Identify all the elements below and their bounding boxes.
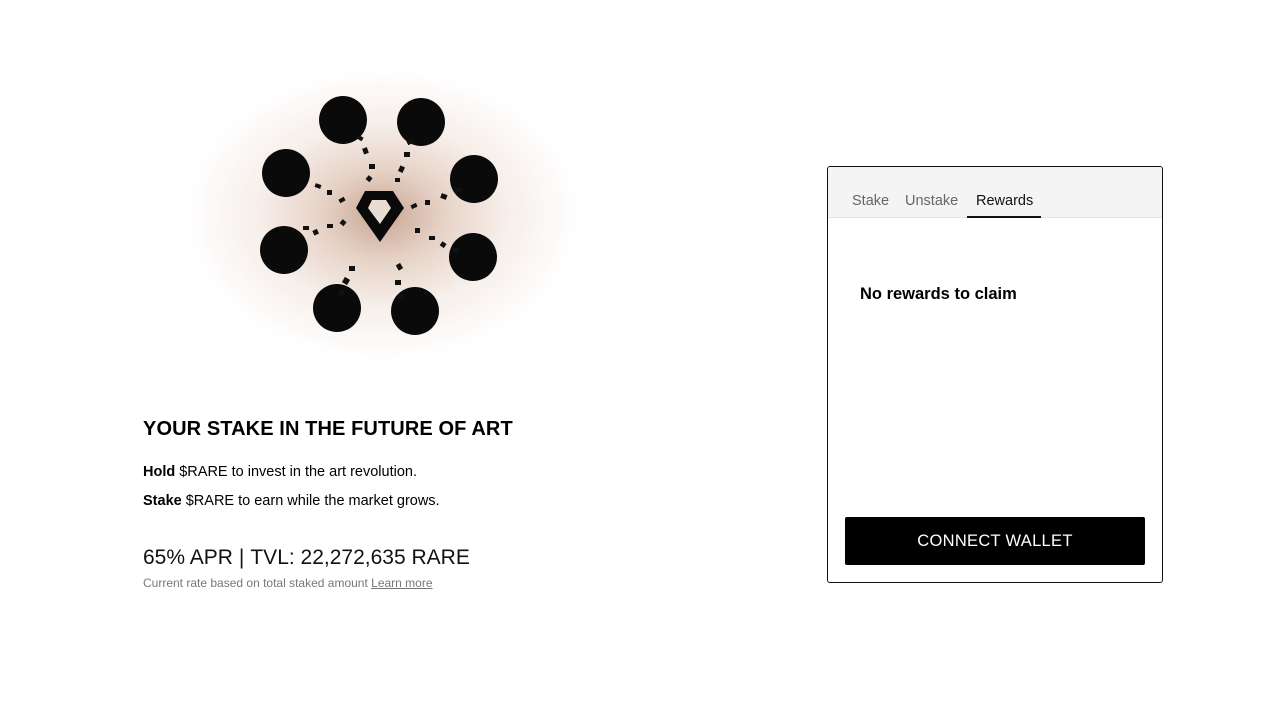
tab-rewards[interactable]: Rewards	[966, 193, 1042, 218]
orbit-sphere	[449, 233, 497, 281]
orbit-sphere	[450, 155, 498, 203]
orbit-sphere	[262, 149, 310, 197]
hero-illustration	[143, 38, 603, 392]
tvl-value: TVL: 22,272,635 RARE	[250, 546, 470, 569]
diamond-logo-icon	[356, 191, 404, 242]
tab-stake[interactable]: Stake	[852, 193, 889, 209]
rewards-empty-message: No rewards to claim	[860, 285, 1017, 303]
stake-label: Stake	[143, 493, 182, 509]
apr-value: 65% APR	[143, 546, 233, 569]
staking-panel: Stake Unstake Rewards No rewards to clai…	[827, 166, 1163, 583]
hold-label: Hold	[143, 464, 176, 480]
staking-stats: 65% APR | TVL: 22,272,635 RARE	[143, 546, 470, 570]
learn-more-link[interactable]: Learn more	[371, 576, 432, 590]
stake-description: Stake $RARE to earn while the market gro…	[143, 493, 440, 509]
rate-note-text: Current rate based on total staked amoun…	[143, 576, 372, 590]
orbit-sphere	[313, 284, 361, 332]
hold-description: Hold $RARE to invest in the art revoluti…	[143, 464, 417, 480]
hold-text: $RARE to invest in the art revolution.	[175, 464, 418, 480]
orbit-sphere	[391, 287, 439, 335]
stats-separator: |	[238, 546, 245, 569]
panel-tabs: Stake Unstake Rewards	[828, 167, 1162, 218]
orbit-sphere	[260, 226, 308, 274]
connect-wallet-button[interactable]: CONNECT WALLET	[845, 517, 1145, 565]
orbit-sphere	[397, 98, 445, 146]
stake-text: $RARE to earn while the market grows.	[181, 493, 440, 509]
page-headline: YOUR STAKE IN THE FUTURE OF ART	[143, 418, 513, 440]
tab-unstake[interactable]: Unstake	[905, 193, 958, 209]
rate-note: Current rate based on total staked amoun…	[143, 576, 433, 590]
